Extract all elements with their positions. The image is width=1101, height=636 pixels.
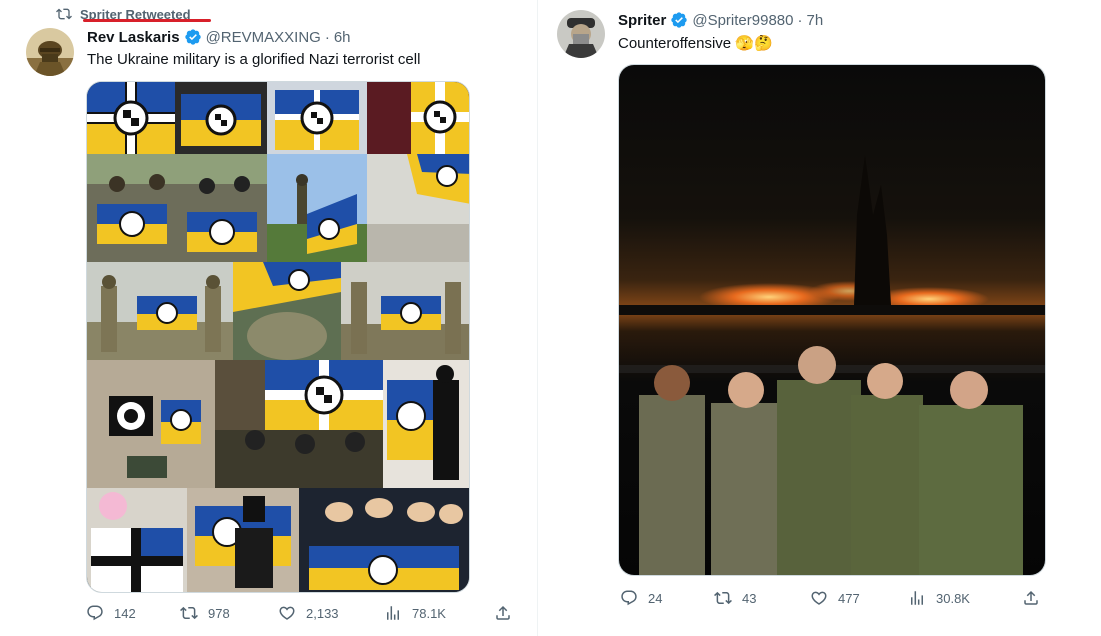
views-count: 78.1K: [412, 605, 446, 621]
collage-tile-soldiers: [87, 262, 233, 360]
retweet-icon: [180, 604, 198, 622]
avatar-rev-laskaris[interactable]: [26, 28, 74, 76]
share-button[interactable]: [494, 604, 512, 622]
tweet-time[interactable]: 6h: [334, 29, 351, 46]
author-name[interactable]: Rev Laskaris: [87, 29, 180, 46]
views-chart-icon: [908, 589, 926, 607]
collage-tile-flag-group: [215, 360, 383, 488]
separator-dot: ·: [797, 11, 803, 29]
tweet-actions: 24 43 477 30.8K: [620, 589, 1052, 607]
heart-icon: [810, 589, 828, 607]
tweet-retweeted[interactable]: Spriter Retweeted Rev Laskaris @REVMAXXI…: [0, 0, 538, 636]
tweet-text: The Ukraine military is a glorified Nazi…: [87, 51, 421, 68]
like-count: 2,133: [306, 605, 339, 621]
tweet-image-collage[interactable]: [86, 81, 470, 593]
reply-icon: [620, 589, 638, 607]
verified-badge-icon: [670, 11, 688, 29]
page: Spriter Retweeted Rev Laskaris @REVMAXXI…: [0, 0, 1101, 636]
reply-button[interactable]: 142: [86, 604, 180, 622]
author-handle[interactable]: @REVMAXXING: [206, 29, 321, 46]
tweet-time[interactable]: 7h: [806, 12, 823, 29]
views-chart-icon: [384, 604, 402, 622]
author-handle[interactable]: @Spriter99880: [692, 12, 793, 29]
tweet-text: Counteroffensive 🫣🤔: [618, 35, 773, 52]
avatar-spriter[interactable]: [557, 10, 605, 58]
share-icon: [494, 604, 512, 622]
retweet-icon: [56, 6, 72, 22]
author-name[interactable]: Spriter: [618, 12, 666, 29]
collage-tile-person-flag: [187, 488, 299, 592]
collage-tile-soldiers: [87, 154, 267, 262]
views-button[interactable]: 30.8K: [908, 589, 1022, 607]
views-count: 30.8K: [936, 590, 970, 606]
share-icon: [1022, 589, 1040, 607]
separator-dot: ·: [324, 28, 330, 46]
collage-tile-group: [87, 360, 215, 488]
like-button[interactable]: 477: [810, 589, 908, 607]
collage-tile-soldiers: [341, 262, 469, 360]
author-row: Rev Laskaris @REVMAXXING · 6h: [87, 28, 351, 46]
like-button[interactable]: 2,133: [278, 604, 384, 622]
tweet-actions: 142 978 2,133 78.1K: [86, 604, 516, 622]
collage-tile-flag: [175, 82, 267, 154]
heart-icon: [278, 604, 296, 622]
retweet-button[interactable]: 43: [714, 589, 810, 607]
collage-tile-flag-closeup: [367, 154, 469, 262]
verified-badge-icon: [184, 28, 202, 46]
collage-tile-person-flag: [87, 488, 187, 592]
collage-tile-flag: [87, 82, 175, 154]
reply-count: 142: [114, 605, 136, 621]
retweet-count: 978: [208, 605, 230, 621]
retweet-count: 43: [742, 590, 757, 606]
reply-count: 24: [648, 590, 663, 606]
collage-tile-crowd-flag: [299, 488, 469, 592]
reply-icon: [86, 604, 104, 622]
collage-tile-soldier-flag: [267, 154, 367, 262]
collage-tile-flag: [267, 82, 367, 154]
tweet-image-photo[interactable]: [618, 64, 1046, 576]
collage-tile-flag: [367, 82, 469, 154]
retweet-button[interactable]: 978: [180, 604, 278, 622]
tweet-spriter[interactable]: Spriter @Spriter99880 · 7h Counteroffens…: [540, 0, 1101, 636]
views-button[interactable]: 78.1K: [384, 604, 494, 622]
collage-tile-helmet: [233, 262, 341, 360]
retweet-icon: [714, 589, 732, 607]
reply-button[interactable]: 24: [620, 589, 714, 607]
collage-tile-person-flag: [383, 360, 469, 488]
share-button[interactable]: [1022, 589, 1040, 607]
author-row: Spriter @Spriter99880 · 7h: [618, 11, 823, 29]
like-count: 477: [838, 590, 860, 606]
annotation-underline: [83, 19, 211, 22]
